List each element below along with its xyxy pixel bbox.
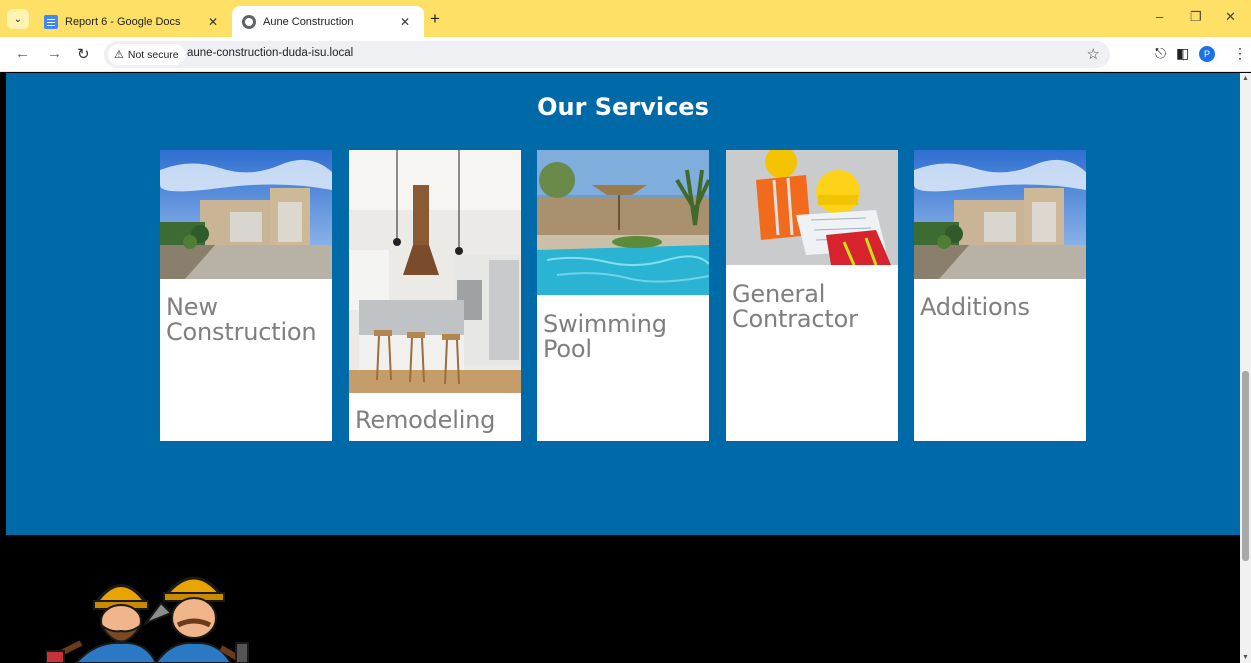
company-logo[interactable] <box>45 563 276 663</box>
tab-strip: ⌄ Report 6 - Google Docs ✕ Aune Construc… <box>0 0 1251 37</box>
reload-icon[interactable]: ↻ <box>77 45 90 63</box>
scroll-up-arrow-icon[interactable]: ▲ <box>1242 75 1249 82</box>
house-exterior-photo <box>160 150 332 279</box>
page-viewport: Our Services New Construction Remodeling… <box>6 73 1240 663</box>
new-tab-button[interactable]: + <box>430 9 440 29</box>
google-docs-icon <box>44 14 58 29</box>
close-window-icon[interactable]: ✕ <box>1225 9 1236 25</box>
tab-search-button[interactable]: ⌄ <box>7 9 29 29</box>
section-title: Our Services <box>537 93 709 121</box>
url-text[interactable]: aune-construction-duda-isu.local <box>187 47 353 59</box>
side-panel-icon[interactable]: ◧ <box>1176 45 1189 62</box>
bookmark-star-icon[interactable]: ☆ <box>1087 45 1100 63</box>
service-label: Remodeling <box>355 406 496 434</box>
service-label: New Construction <box>166 293 317 346</box>
close-icon[interactable]: ✕ <box>396 15 414 29</box>
kitchen-interior-photo <box>349 150 521 393</box>
globe-icon <box>242 14 256 29</box>
chevron-down-icon: ⌄ <box>13 13 23 25</box>
service-label: Additions <box>920 293 1030 321</box>
scrollbar-thumb[interactable] <box>1242 371 1249 561</box>
security-label: Not secure <box>127 48 179 61</box>
service-card-remodeling[interactable]: Remodeling <box>349 150 521 441</box>
service-card-general-contractor[interactable]: General Contractor <box>726 150 898 441</box>
tab-aune-construction[interactable]: Aune Construction ✕ <box>232 6 424 37</box>
tab-google-docs[interactable]: Report 6 - Google Docs ✕ <box>36 6 232 37</box>
forward-arrow-icon[interactable]: → <box>47 45 62 62</box>
service-card-new-construction[interactable]: New Construction <box>160 150 332 441</box>
profile-avatar[interactable]: P <box>1199 46 1215 62</box>
restore-icon[interactable]: ❐ <box>1190 9 1202 25</box>
tab-title: Aune Construction <box>263 15 354 28</box>
services-section: Our Services New Construction Remodeling… <box>6 73 1240 535</box>
service-label: Swimming Pool <box>543 310 667 363</box>
scroll-down-arrow-icon[interactable]: ▼ <box>1242 654 1249 661</box>
warning-icon: ⚠ <box>114 49 124 61</box>
browser-toolbar: ← → ↻ ⚠ Not secure aune-construction-dud… <box>0 37 1251 72</box>
service-card-additions[interactable]: Additions <box>914 150 1086 441</box>
minimize-icon[interactable]: – <box>1156 9 1163 24</box>
service-label: General Contractor <box>732 280 858 333</box>
service-card-swimming-pool[interactable]: Swimming Pool <box>537 150 709 441</box>
close-icon[interactable]: ✕ <box>204 15 222 29</box>
house-exterior-photo <box>914 150 1086 279</box>
security-chip[interactable]: ⚠ Not secure <box>108 44 185 65</box>
back-arrow-icon[interactable]: ← <box>15 45 30 62</box>
menu-kebab-icon[interactable]: ⋮ <box>1233 45 1247 62</box>
site-footer <box>6 535 1240 663</box>
tab-title: Report 6 - Google Docs <box>65 15 181 28</box>
extensions-icon[interactable]: ⎋ <box>1155 45 1166 62</box>
page-scrollbar[interactable]: ▲ ▼ <box>1240 73 1251 663</box>
address-bar[interactable]: ⚠ Not secure aune-construction-duda-isu.… <box>104 41 1110 68</box>
swimming-pool-photo <box>537 150 709 295</box>
contractors-blueprint-photo <box>726 150 898 265</box>
